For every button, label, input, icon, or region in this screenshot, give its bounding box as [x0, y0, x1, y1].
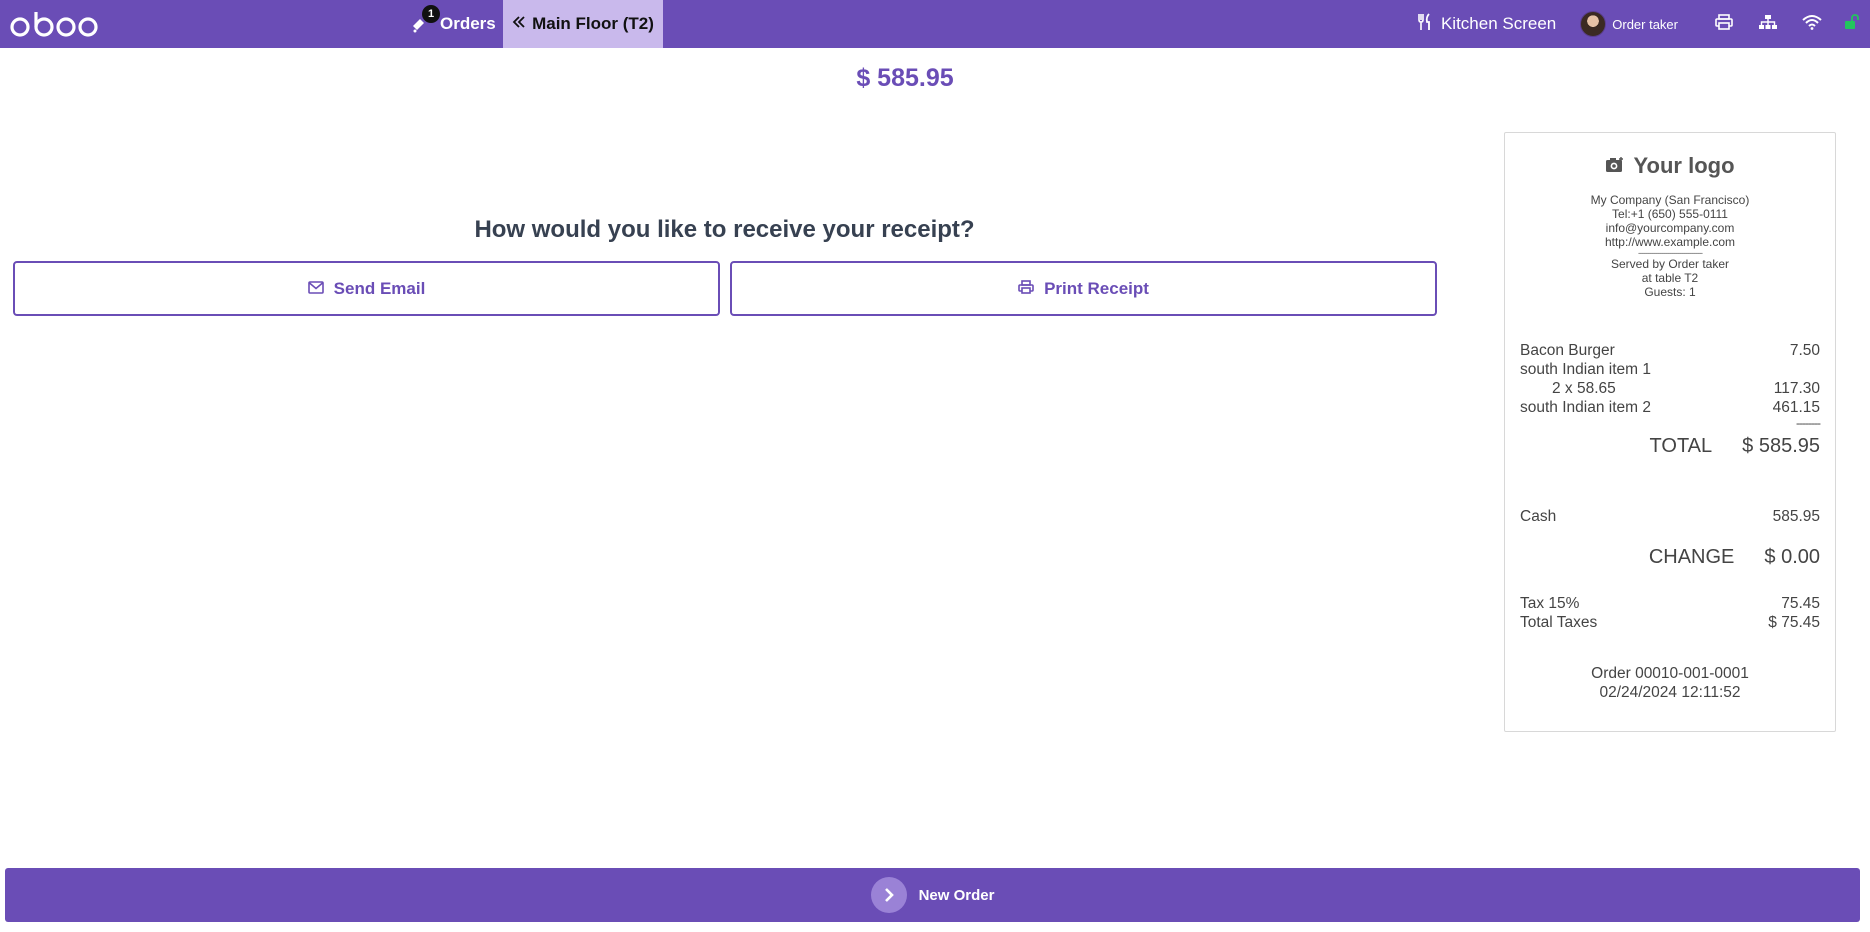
orders-label: Orders — [440, 14, 496, 33]
wifi-icon — [1802, 14, 1822, 35]
orders-tab[interactable]: 1 Orders — [400, 0, 504, 48]
receipt-header: My Company (San Francisco) Tel:+1 (650) … — [1520, 193, 1820, 299]
list-item: Bacon Burger 7.50 — [1520, 341, 1820, 360]
line-quantity: 2 x 58.65 — [1552, 380, 1616, 397]
receipt-change: CHANGE $ 0.00 — [1520, 544, 1820, 570]
total-label: TOTAL — [1649, 435, 1713, 457]
payment-amount: $ 585.95 — [0, 64, 1870, 93]
tax-label: Tax 15% — [1520, 595, 1580, 612]
change-label: CHANGE — [1648, 546, 1735, 568]
guests-info: Guests: 1 — [1644, 285, 1696, 299]
served-by: Served by Order taker — [1610, 257, 1730, 271]
order-date: 02/24/2024 12:11:52 — [1599, 684, 1741, 701]
receipt-lines: Bacon Burger 7.50 south Indian item 1 2 … — [1520, 341, 1821, 702]
tax-value: 75.45 — [1781, 595, 1820, 612]
navbar-right: Kitchen Screen Order taker — [1417, 0, 1870, 48]
sitemap-icon — [1759, 14, 1777, 35]
line-name: Bacon Burger — [1520, 342, 1615, 359]
total-value: $ 585.95 — [1742, 435, 1820, 457]
receipt-separator: -------------------------------- — [1638, 249, 1703, 257]
table-info: at table T2 — [1641, 271, 1699, 285]
printer-icon — [1715, 13, 1733, 35]
payment-amount-value: 585.95 — [1772, 508, 1820, 525]
amount-value: $ 585.95 — [856, 64, 954, 92]
change-value: $ 0.00 — [1764, 546, 1820, 568]
line-amount: 461.15 — [1772, 399, 1820, 416]
payment-line: Cash 585.95 — [1520, 507, 1820, 526]
envelope-icon — [307, 279, 324, 299]
send-email-label: Send Email — [333, 278, 426, 298]
chevron-right-icon — [870, 877, 907, 913]
receipt-question: How would you like to receive your recei… — [474, 216, 975, 243]
total-taxes-value: $ 75.45 — [1768, 614, 1820, 631]
orders-count-badge: 1 — [422, 5, 440, 23]
company-email: info@yourcompany.com — [1605, 221, 1735, 235]
sync-status-button[interactable] — [1746, 0, 1790, 48]
list-item: south Indian item 1 — [1520, 360, 1820, 379]
receipt-logo: Your logo — [1520, 153, 1820, 179]
printer-status-button[interactable] — [1702, 0, 1746, 48]
avatar — [1580, 11, 1607, 37]
total-separator: -------- — [1796, 416, 1821, 430]
fork-knife-icon — [1417, 12, 1433, 36]
new-order-label: New Order — [918, 886, 995, 904]
odoo-logo[interactable] — [10, 8, 98, 40]
floor-label: Main Floor (T2) — [532, 14, 654, 33]
floor-tab[interactable]: Main Floor (T2) — [503, 0, 663, 48]
order-reference: Order 00010-001-0001 — [1591, 665, 1749, 682]
lock-button[interactable] — [1834, 0, 1870, 48]
receipt-preview: Your logo My Company (San Francisco) Tel… — [1504, 132, 1836, 732]
receipt-logo-text: Your logo — [1633, 153, 1735, 178]
tax-line: Tax 15% 75.45 — [1520, 594, 1820, 613]
print-receipt-button[interactable]: Print Receipt — [730, 261, 1437, 316]
list-item: 2 x 58.65 117.30 — [1520, 379, 1820, 398]
camera-icon — [1605, 153, 1625, 179]
line-name: south Indian item 1 — [1520, 361, 1651, 378]
printer-icon — [1018, 279, 1034, 299]
new-order-button[interactable]: New Order — [5, 868, 1860, 922]
receipt-total: TOTAL $ 585.95 — [1520, 433, 1820, 459]
order-footer: Order 00010-001-0001 02/24/2024 12:11:52 — [1520, 664, 1820, 702]
user-menu[interactable]: Order taker — [1580, 11, 1678, 37]
line-amount: 117.30 — [1773, 380, 1820, 397]
line-amount: 7.50 — [1789, 342, 1820, 359]
kitchen-screen-button[interactable]: Kitchen Screen — [1417, 12, 1557, 36]
payment-method: Cash — [1520, 508, 1557, 525]
line-name: south Indian item 2 — [1520, 399, 1651, 416]
user-label: Order taker — [1612, 16, 1678, 32]
double-chevron-left-icon — [512, 14, 526, 34]
total-taxes-label: Total Taxes — [1520, 614, 1598, 631]
ticket-icon: 1 — [408, 5, 440, 35]
print-receipt-label: Print Receipt — [1044, 278, 1149, 298]
network-status-button[interactable] — [1790, 0, 1834, 48]
top-navbar: 1 Orders Main Floor (T2) Kitchen Screen … — [0, 0, 1870, 48]
total-taxes-line: Total Taxes $ 75.45 — [1520, 613, 1820, 632]
send-email-button[interactable]: Send Email — [13, 261, 720, 316]
list-item: south Indian item 2 461.15 — [1520, 398, 1820, 417]
kitchen-screen-label: Kitchen Screen — [1440, 14, 1557, 33]
company-phone: Tel:+1 (650) 555-0111 — [1612, 207, 1728, 221]
company-name: My Company (San Francisco) — [1590, 193, 1750, 207]
company-website: http://www.example.com — [1604, 235, 1736, 249]
unlock-icon — [1844, 13, 1860, 35]
